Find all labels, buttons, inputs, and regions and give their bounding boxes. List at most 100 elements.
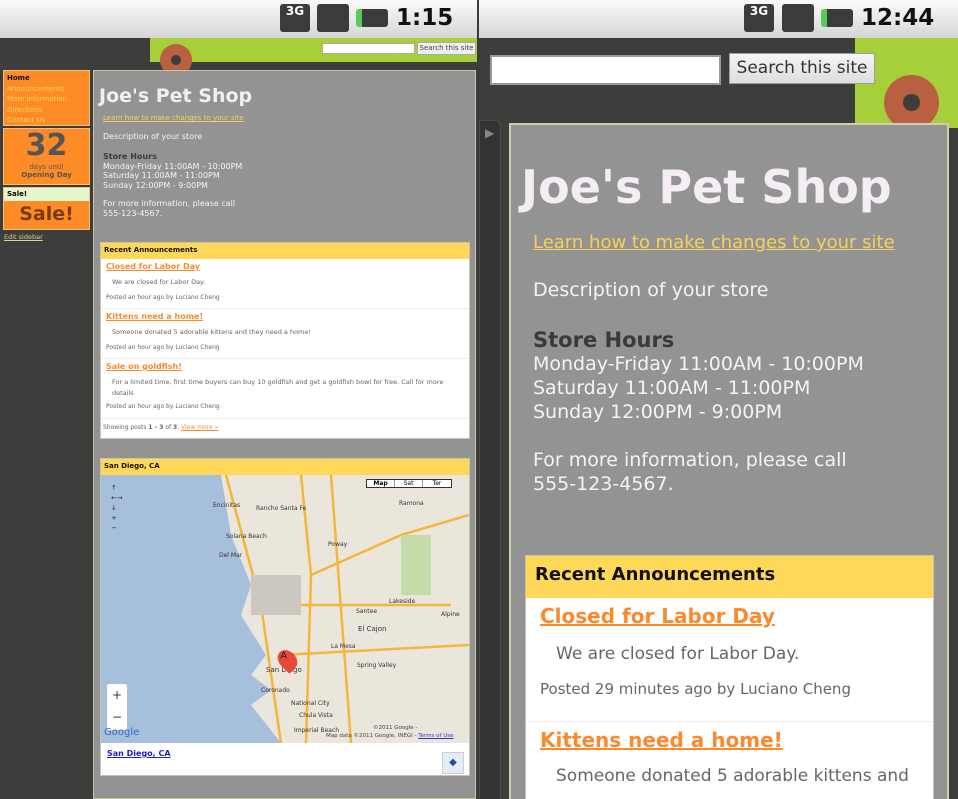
search-button[interactable]: Search this site [729,53,875,84]
announcement-item: Closed for Labor Day We are closed for L… [101,259,469,309]
announcement-title[interactable]: Kittens need a home! [106,312,464,321]
map-label: Coronado [261,687,290,694]
search-input[interactable] [322,43,415,54]
status-bar: 3G 1:15 PM [0,0,477,55]
hours-line: Monday-Friday 11:00AM - 10:00PM [103,161,243,171]
network-3g-icon: 3G [280,4,310,32]
announcement-body: We are closed for Labor Day. [556,644,800,664]
contact-line: For more information, please call [103,199,236,209]
google-map[interactable]: Map Sat Ter ↑ ←→ ↓ + − Encinitas Rancho Sant… [101,475,469,743]
left-screenshot: 3G 1:15 PM Search this site Home Announc… [0,0,477,799]
battery-charging-icon [821,9,853,27]
sidebar-toggle[interactable]: ▶ [479,120,501,799]
announcements-header: Recent Announcements [101,243,469,259]
signal-icon [782,4,814,32]
announcements-widget: Recent Announcements Closed for Labor Da… [100,242,470,439]
status-bar: 3G 12:44 PM [479,0,958,55]
map-label: National City [291,700,330,707]
terms-of-use-link[interactable]: Terms of Use [418,733,453,739]
help-link[interactable]: Learn how to make changes to your site [103,114,244,122]
description: Description of your store [103,132,203,141]
hours-title: Store Hours [533,328,675,352]
map-location-link[interactable]: San Diego, CA [107,749,171,758]
countdown-event: Opening Day [21,171,72,179]
edit-sidebar-link[interactable]: Edit sidebar [4,233,43,241]
map-pan-controls[interactable]: ↑ ←→ ↓ + − [111,483,123,533]
description: Description of your store [533,279,769,301]
map-label: Chula Vista [299,712,333,719]
announcement-meta: Posted an hour ago by Luciano Cheng [106,344,220,351]
announcement-item: Sale on goldfish! For a limited time, fi… [101,359,469,419]
view-more-link[interactable]: View more » [181,424,218,431]
contact-line: 555-123-4567. [103,208,163,218]
map-type-terrain[interactable]: Ter [423,480,451,487]
map-tiles [101,475,469,743]
hours-line: Monday-Friday 11:00AM - 10:00PM [533,353,864,375]
nav-more-information[interactable]: More information [7,94,86,105]
announcement-title[interactable]: Closed for Labor Day [540,604,919,628]
map-label: El Cajon [358,625,387,633]
search-button[interactable]: Search this site [417,42,476,55]
search-input[interactable] [490,55,721,85]
map-type-satellite[interactable]: Sat [395,480,423,487]
directions-button[interactable]: ◆ [442,752,464,774]
nav-contact-us[interactable]: Contact Us [7,115,86,126]
map-attribution: Map data ©2011 Google, INEGI - Terms of … [326,733,454,739]
hours-line: Sunday 12:00PM - 9:00PM [103,180,208,190]
sale-widget: Sale! Sale! [3,187,90,230]
map-label: Santee [356,608,378,615]
google-logo: Google [104,727,140,738]
announcement-title[interactable]: Kittens need a home! [540,728,919,752]
help-link[interactable]: Learn how to make changes to your site [533,232,895,253]
sidebar-nav: Home Announcements More information Dire… [3,70,90,126]
announcement-item: Kittens need a home! Someone donated 5 a… [101,309,469,359]
store-hours: Store Hours Monday-Friday 11:00AM - 10:0… [533,328,864,496]
map-label: Encinitas [213,502,241,509]
countdown-widget: 32 days until Opening Day [3,128,90,185]
countdown-label: days until [29,163,64,171]
site-title: Joe's Pet Shop [521,160,892,214]
countdown-number: 32 [25,128,68,163]
announcement-body: Someone donated 5 adorable kittens and t… [112,328,311,336]
hours-line: Saturday 11:00AM - 11:00PM [103,171,220,181]
contact-line: 555-123-4567. [533,473,674,495]
map-label: Alpine [441,611,460,618]
hours-title: Store Hours [103,152,157,161]
announcement-meta: Posted 29 minutes ago by Luciano Cheng [540,680,851,698]
network-3g-icon: 3G [744,4,774,32]
tag-decoration [884,75,939,130]
map-label: Del Mar [219,552,243,559]
announcements-widget: Recent Announcements Closed for Labor Da… [525,555,934,799]
map-header: San Diego, CA [101,459,469,475]
contact-line: For more information, please call [533,449,847,471]
announcement-title[interactable]: Sale on goldfish! [106,362,464,371]
map-label: Ramona [399,500,424,507]
battery-charging-icon [356,9,388,27]
zoom-in-button[interactable]: + [107,684,127,706]
sale-header: Sale! [4,188,89,201]
announcement-title[interactable]: Closed for Labor Day [106,262,464,271]
zoom-out-button[interactable]: − [107,706,127,728]
announcement-body: We are closed for Labor Day. [112,278,206,286]
map-label: Solana Beach [226,533,267,540]
hours-line: Sunday 12:00PM - 9:00PM [533,401,783,423]
nav-home[interactable]: Home [7,73,86,84]
site-title: Joe's Pet Shop [99,85,253,107]
map-label: La Mesa [331,643,356,650]
nav-announcements[interactable]: Announcements [7,84,86,95]
main-content: Joe's Pet Shop Learn how to make changes… [509,123,949,799]
right-screenshot: 3G 12:44 PM Search this site ▶ Joe's Pet… [479,0,958,799]
sale-text: Sale! [19,203,74,225]
map-type-control: Map Sat Ter [366,479,452,488]
map-type-map[interactable]: Map [367,480,395,487]
announcements-header: Recent Announcements [526,556,933,598]
announcement-item: Kittens need a home! Someone donated 5 a… [526,722,933,792]
expand-arrow-icon: ▶ [485,126,495,140]
map-zoom-control: + − [106,683,128,731]
main-content: Joe's Pet Shop Learn how to make changes… [93,70,476,799]
announcement-meta: Posted an hour ago by Luciano Cheng [106,294,220,301]
map-label: Lakeside [389,598,416,605]
signal-icon [317,4,349,32]
map-label: Spring Valley [357,662,397,669]
nav-directions[interactable]: Directions [7,105,86,116]
